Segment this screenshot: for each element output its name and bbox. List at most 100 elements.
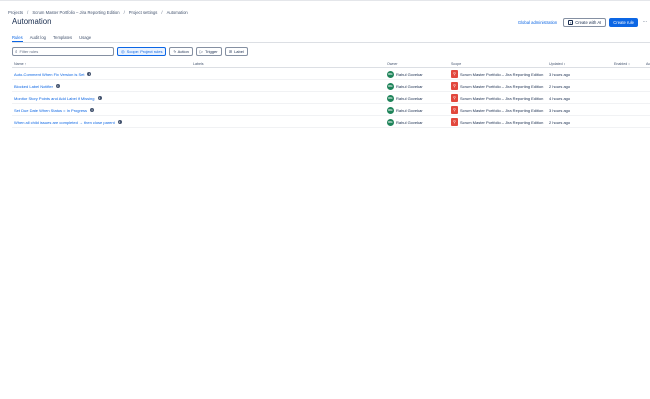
rule-scope: ⚲ Scrum Master Portfolio – Jira Reportin… [451,82,543,90]
breadcrumb: Projects / Scrum Master Portfolio – Jira… [8,8,188,16]
action-filter[interactable]: ϟ Action [169,47,193,56]
trigger-filter-label: Trigger [205,49,218,54]
tab-rules[interactable]: Rules [12,35,23,42]
search-placeholder: Filter rules [19,49,39,54]
info-icon[interactable]: i [90,108,95,112]
rules-table: Name ↑ Labels Owner Scope Updated ↕ Enab… [12,62,650,128]
create-with-ai-label: Create with AI [575,19,602,25]
rule-owner: RG Rahul Govekar [387,118,423,126]
trigger-filter[interactable]: ▷ Trigger [195,47,222,56]
breadcrumb-project[interactable]: Scrum Master Portfolio – Jira Reporting … [32,10,119,15]
page-title: Automation [12,17,52,26]
lightning-icon: ϟ [173,49,176,54]
rule-updated: 3 hours ago [549,107,571,113]
owner-name: Rahul Govekar [396,119,423,125]
check-icon: ✓ [616,96,620,100]
info-icon[interactable]: i [117,120,122,124]
rule-name-link[interactable]: Monitor Story Points and Add Label if Mi… [14,96,102,101]
filter-bar: ⌕ Filter rules ◎ Scope: Project rules ϟ … [12,47,251,56]
project-icon: ⚲ [451,94,458,102]
header-actions: Global administration ✦ Create with AI C… [518,17,650,27]
rule-name-link[interactable]: When all child issues are completed → th… [14,120,122,125]
search-icon: ⌕ [15,49,18,54]
info-icon[interactable]: i [87,72,92,76]
avatar: RG [387,82,394,90]
rule-name-link[interactable]: Blocked Label Notifier i [14,84,60,89]
rule-name: When all child issues are completed → th… [14,119,115,125]
scope-name: Scrum Master Portfolio – Jira Reporting … [460,71,544,77]
rule-name: Set Due Date When Status = In Progress [14,107,88,113]
column-labels: Labels [193,62,204,66]
rule-updated: 3 hours ago [549,71,571,77]
breadcrumb-separator: / [161,9,163,15]
tab-bar: Rules Audit log Templates Usage [12,35,98,42]
toggle-knob [610,108,614,112]
avatar: RG [387,94,394,102]
rule-name-link[interactable]: Set Due Date When Status = In Progress i [14,107,95,113]
tab-audit-log[interactable]: Audit log [30,35,46,42]
label-filter[interactable]: ⊘ Label [224,47,248,56]
scope-name: Scrum Master Portfolio – Jira Reporting … [460,95,544,101]
filter-rules-input[interactable]: ⌕ Filter rules [12,47,114,56]
action-filter-label: Action [177,49,189,54]
scope-name: Scrum Master Portfolio – Jira Reporting … [460,107,544,113]
breadcrumb-separator: / [27,9,29,15]
breadcrumb-project-settings[interactable]: Project settings [129,10,158,15]
rule-scope: ⚲ Scrum Master Portfolio – Jira Reportin… [451,94,543,102]
rule-scope: ⚲ Scrum Master Portfolio – Jira Reportin… [451,70,543,78]
breadcrumb-projects[interactable]: Projects [8,10,23,15]
breadcrumb-separator: / [123,9,125,15]
toggle-knob [610,72,614,76]
owner-name: Rahul Govekar [396,95,423,101]
check-icon: ✓ [616,72,620,76]
column-name[interactable]: Name ↑ [14,62,26,66]
tabs-divider [12,42,650,43]
breadcrumb-automation[interactable]: Automation [167,10,188,15]
info-icon[interactable]: i [55,84,60,88]
rule-owner: RG Rahul Govekar [387,94,423,102]
rule-updated: 2 hours ago [549,119,571,125]
create-with-ai-button[interactable]: ✦ Create with AI [563,17,607,27]
info-icon[interactable]: i [97,96,102,100]
rule-owner: RG Rahul Govekar [387,70,423,78]
column-owner: Owner [387,62,398,66]
scope-name: Scrum Master Portfolio – Jira Reporting … [460,83,544,89]
column-actions: Ac [646,62,650,66]
project-icon: ⚲ [451,82,458,90]
owner-name: Rahul Govekar [396,71,423,77]
rule-name: Monitor Story Points and Add Label if Mi… [14,95,95,101]
table-row: Blocked Label Notifier i RG Rahul Goveka… [12,80,650,92]
rule-name: Blocked Label Notifier [14,83,53,89]
project-icon: ⚲ [451,106,458,114]
trigger-icon: ▷ [199,49,204,54]
project-icon: ⚲ [451,70,458,78]
create-rule-button[interactable]: Create rule [609,17,638,27]
owner-name: Rahul Govekar [396,83,423,89]
column-enabled[interactable]: Enabled ↕ [614,62,630,66]
rule-updated: 4 hours ago [549,95,571,101]
table-body: Auto-Comment When Fix Version is Set i R… [12,68,650,128]
scope-filter[interactable]: ◎ Scope: Project rules [117,47,167,56]
rule-scope: ⚲ Scrum Master Portfolio – Jira Reportin… [451,106,543,114]
scope-filter-label: Scope: Project rules [126,49,163,54]
owner-name: Rahul Govekar [396,107,423,113]
rule-name-link[interactable]: Auto-Comment When Fix Version is Set i [14,72,92,77]
check-icon: ✓ [616,84,620,88]
table-row: Set Due Date When Status = In Progress i… [12,104,650,116]
avatar: RG [387,106,394,114]
avatar: RG [387,70,394,78]
column-updated[interactable]: Updated ↕ [549,62,565,66]
tab-usage[interactable]: Usage [79,35,91,42]
scope-icon: ◎ [121,49,125,54]
project-icon: ⚲ [451,118,458,126]
rule-updated: 2 hours ago [549,83,571,89]
tag-icon: ⊘ [228,49,233,54]
global-administration-link[interactable]: Global administration [518,20,557,25]
ai-sparkle-icon: ✦ [568,19,574,25]
table-row: When all child issues are completed → th… [12,116,650,128]
check-icon: ✓ [616,108,620,112]
label-filter-label: Label [234,49,244,54]
tab-templates[interactable]: Templates [53,35,72,42]
more-actions-icon[interactable]: ⋯ [640,18,650,27]
table-row: Auto-Comment When Fix Version is Set i R… [12,68,650,80]
